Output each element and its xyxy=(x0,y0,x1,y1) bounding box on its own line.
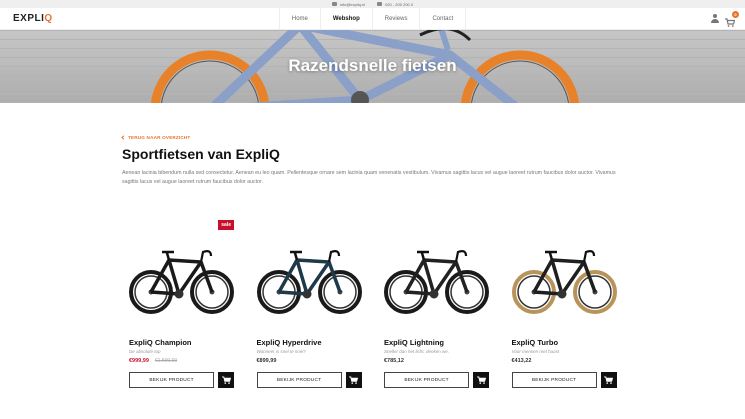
product-image[interactable]: sale xyxy=(129,220,234,330)
add-to-cart-button[interactable] xyxy=(218,372,234,388)
cart-button[interactable]: 0 xyxy=(725,11,739,27)
email-info[interactable]: info@expliq.nl xyxy=(331,1,366,7)
product-card: ExpliQ Lightning Sneller dan het licht, … xyxy=(384,220,489,388)
add-to-cart-button[interactable] xyxy=(473,372,489,388)
nav-item-home[interactable]: Home xyxy=(278,7,320,30)
mail-icon xyxy=(331,2,337,6)
email-text: info@expliq.nl xyxy=(339,1,366,7)
product-card: sale ExpliQ Champion De absolute top €99… xyxy=(129,220,234,388)
product-subtitle: Voor mensen met haast xyxy=(511,349,560,354)
product-price: €999,99 xyxy=(129,358,149,364)
phone-text: 020 - 200 200 0 xyxy=(385,1,414,7)
cart-icon xyxy=(725,18,736,27)
phone-info[interactable]: 020 - 200 200 0 xyxy=(377,2,413,7)
logo-accent: Q xyxy=(44,13,53,24)
page-title: Sportfietsen van ExpliQ xyxy=(122,146,280,162)
bike-illustration xyxy=(256,250,362,314)
product-image[interactable] xyxy=(384,220,489,330)
add-to-cart-button[interactable] xyxy=(345,372,362,388)
product-price: €785,12 xyxy=(384,358,404,364)
nav-item-reviews[interactable]: Reviews xyxy=(371,7,420,30)
product-price: €413,22 xyxy=(511,358,532,364)
main-navigation: EXPLIQ Home Webshop Reviews Contact 0 xyxy=(0,7,745,30)
product-name[interactable]: ExpliQ Turbo xyxy=(512,338,617,347)
product-grid: sale ExpliQ Champion De absolute top €99… xyxy=(129,220,639,388)
add-to-cart-button[interactable] xyxy=(600,372,617,388)
bike-illustration xyxy=(511,250,617,314)
hero-title: Razendsnelle fietsen xyxy=(288,56,457,75)
nav-menu: Home Webshop Reviews Contact xyxy=(278,7,467,30)
logo-text: EXPLI xyxy=(13,13,45,24)
product-name[interactable]: ExpliQ Champion xyxy=(129,338,234,347)
view-product-button[interactable]: BEKIJK PRODUCT xyxy=(129,372,215,388)
product-price: €899,99 xyxy=(256,358,277,364)
user-icon[interactable] xyxy=(710,14,719,23)
cart-icon xyxy=(349,376,359,384)
bike-illustration xyxy=(129,250,234,314)
product-image[interactable] xyxy=(511,220,617,330)
view-product-button[interactable]: BEKIJK PRODUCT xyxy=(256,372,342,388)
phone-icon xyxy=(377,2,383,6)
intro-text: Aenean lacinia bibendum nulla sed consec… xyxy=(122,170,616,185)
sale-badge: sale xyxy=(218,220,234,230)
product-subtitle: Sneller dan het licht, denken we. xyxy=(384,349,450,354)
cart-icon xyxy=(476,376,486,384)
product-old-price: €1.500,00 xyxy=(154,358,178,364)
back-label: TERUG NAAR OVERZICHT xyxy=(128,135,191,140)
product-subtitle: Wanneer is snel te snel? xyxy=(256,349,306,354)
nav-item-webshop[interactable]: Webshop xyxy=(319,7,372,30)
product-card: ExpliQ Turbo Voor mensen met haast €413,… xyxy=(511,220,617,388)
hero-banner: Razendsnelle fietsen xyxy=(0,30,745,103)
view-product-button[interactable]: BEKIJK PRODUCT xyxy=(384,372,470,388)
bike-illustration xyxy=(384,250,489,314)
back-to-overview-link[interactable]: TERUG NAAR OVERZICHT xyxy=(121,135,623,140)
nav-item-contact[interactable]: Contact xyxy=(419,7,467,30)
logo[interactable]: EXPLIQ xyxy=(13,13,53,24)
view-product-button[interactable]: BEKIJK PRODUCT xyxy=(511,372,597,388)
product-image[interactable] xyxy=(256,220,362,330)
cart-count-badge: 0 xyxy=(732,11,739,18)
product-name[interactable]: ExpliQ Lightning xyxy=(384,338,489,347)
product-name[interactable]: ExpliQ Hyperdrive xyxy=(257,338,362,347)
cart-icon xyxy=(221,376,231,384)
cart-icon xyxy=(604,376,614,384)
chevron-left-icon xyxy=(121,135,126,140)
product-subtitle: De absolute top xyxy=(129,349,161,354)
product-card: ExpliQ Hyperdrive Wanneer is snel te sne… xyxy=(256,220,362,388)
